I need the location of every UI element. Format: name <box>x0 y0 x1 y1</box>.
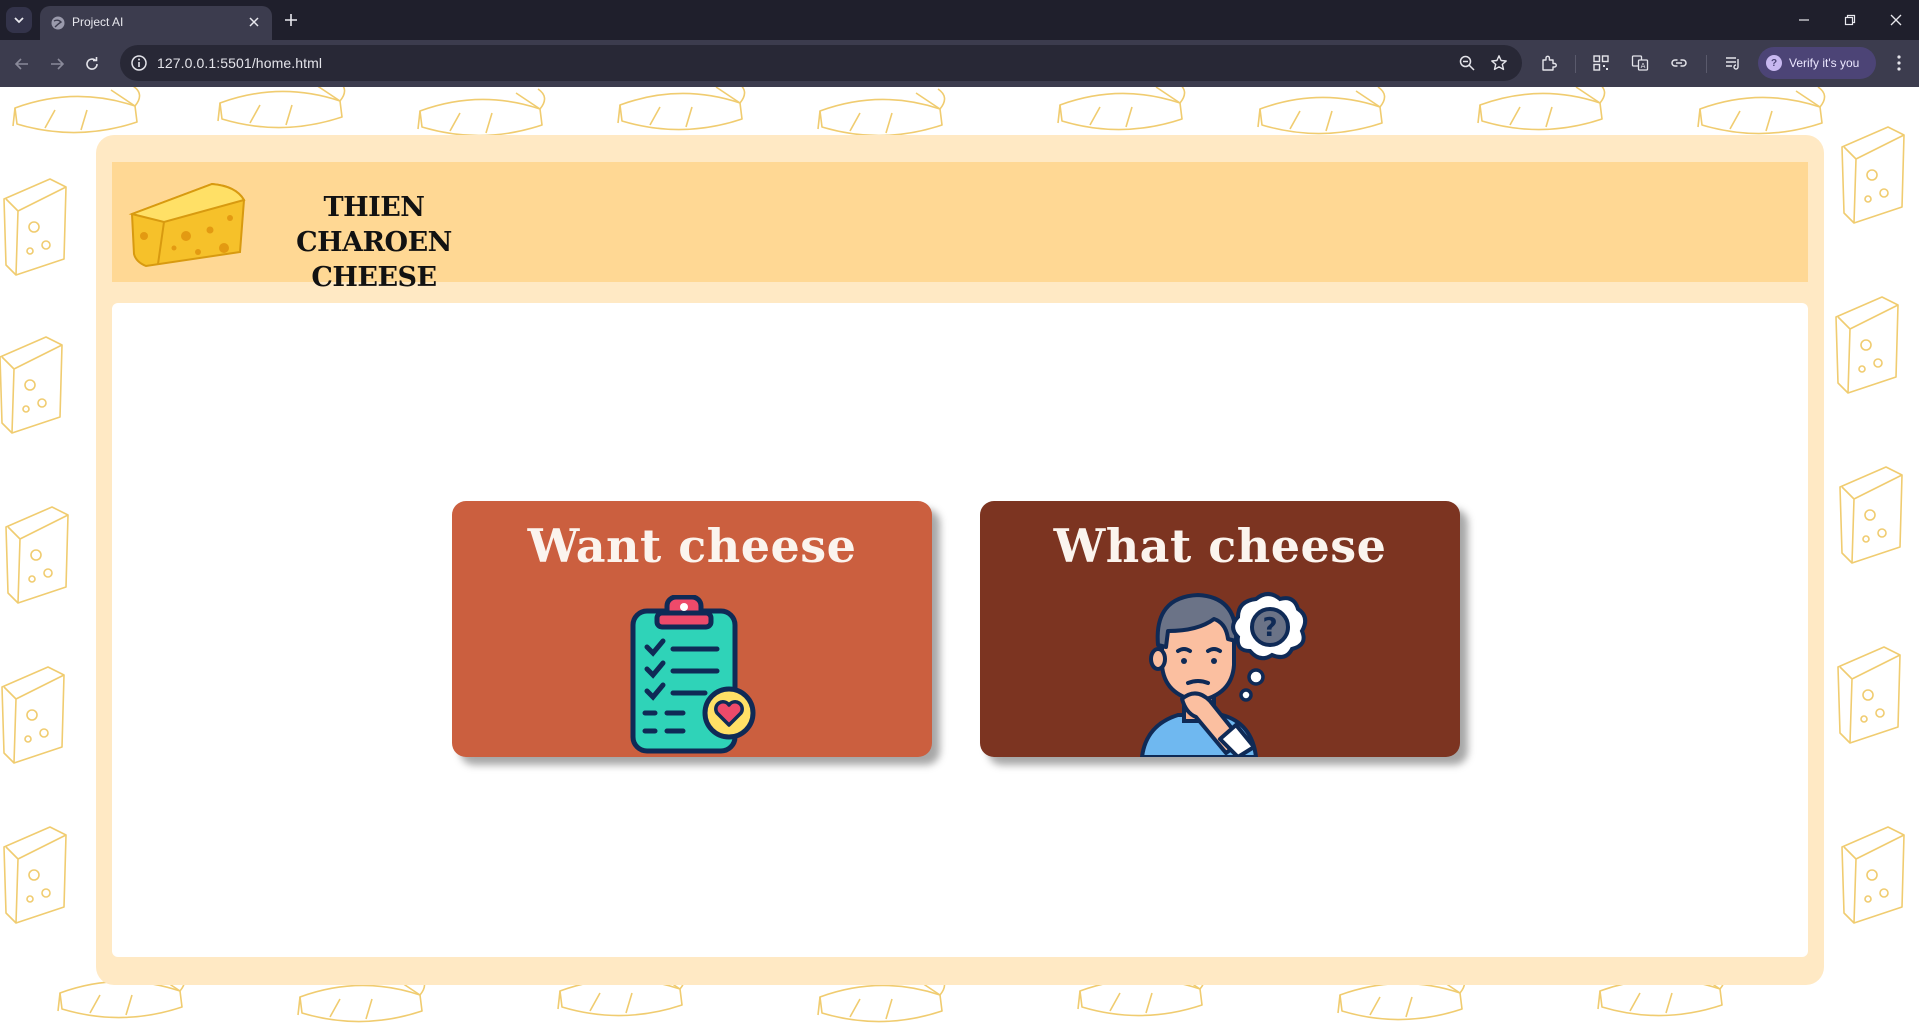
address-bar[interactable]: 127.0.0.1:5501/home.html <box>120 45 1522 81</box>
page-viewport: THIEN CHAROEN CHEESE Want cheese What ch… <box>0 87 1919 1029</box>
clipboard-heart-icon <box>630 595 756 754</box>
plus-icon <box>285 14 297 26</box>
browser-menu-button[interactable] <box>1888 52 1910 74</box>
brand-name: THIEN CHAROEN CHEESE <box>264 190 484 295</box>
puzzle-icon <box>1542 55 1557 71</box>
zoom-icon[interactable] <box>1458 54 1476 72</box>
link-icon <box>1671 59 1687 67</box>
info-icon[interactable] <box>130 54 148 72</box>
browser-tab[interactable]: Project AI <box>40 6 272 40</box>
reading-list-button[interactable] <box>1722 52 1744 74</box>
thinking-person-icon: ? <box>1139 592 1308 757</box>
globe-icon <box>51 16 65 30</box>
close-icon <box>1890 14 1902 26</box>
content-panel: Want cheese What cheese ? <box>112 303 1808 957</box>
translate-icon: A <box>1631 55 1649 71</box>
want-cheese-card[interactable]: Want cheese <box>452 501 932 757</box>
copy-link-button[interactable] <box>1668 52 1690 74</box>
brand-line-2: CHEESE <box>311 262 437 293</box>
extensions-button[interactable] <box>1538 52 1560 74</box>
tab-title: Project AI <box>72 15 124 29</box>
chevron-down-icon <box>14 17 24 24</box>
playlist-icon <box>1726 57 1739 70</box>
close-icon <box>249 17 259 27</box>
profile-avatar-icon: ? <box>1766 55 1782 71</box>
restore-button[interactable] <box>1838 8 1862 32</box>
svg-text:?: ? <box>1262 613 1277 643</box>
qr-code-icon <box>1593 55 1609 71</box>
arrow-left-icon <box>14 58 28 70</box>
toolbar-separator <box>1706 55 1707 73</box>
brand-line-1: THIEN CHAROEN <box>296 192 452 258</box>
url-text[interactable]: 127.0.0.1:5501/home.html <box>157 55 322 71</box>
reload-icon <box>86 57 98 70</box>
more-vertical-icon <box>1897 55 1901 71</box>
qr-code-button[interactable] <box>1590 52 1612 74</box>
reload-button[interactable] <box>80 52 104 76</box>
browser-tab-bar: Project AI <box>0 0 1919 40</box>
want-cheese-title: Want cheese <box>527 519 857 573</box>
new-tab-button[interactable] <box>280 9 302 31</box>
star-icon[interactable] <box>1490 54 1508 72</box>
minimize-button[interactable] <box>1792 8 1816 32</box>
svg-text:A: A <box>1641 62 1646 70</box>
what-cheese-card[interactable]: What cheese ? <box>980 501 1460 757</box>
main-frame: THIEN CHAROEN CHEESE Want cheese What ch… <box>96 135 1824 985</box>
tab-search-button[interactable] <box>6 7 32 33</box>
site-header: THIEN CHAROEN CHEESE <box>112 162 1808 293</box>
verify-profile-button[interactable]: ? Verify it's you <box>1758 47 1876 79</box>
what-cheese-title: What cheese <box>1053 519 1387 573</box>
translate-button[interactable]: A <box>1629 52 1651 74</box>
back-button[interactable] <box>10 52 34 76</box>
restore-icon <box>1844 14 1856 26</box>
minimize-icon <box>1799 19 1809 21</box>
cheese-logo-icon[interactable] <box>128 178 248 268</box>
verify-label: Verify it's you <box>1789 56 1860 70</box>
browser-toolbar: 127.0.0.1:5501/home.html A ? Verify it's… <box>0 40 1919 87</box>
forward-button[interactable] <box>45 52 69 76</box>
arrow-right-icon <box>51 58 65 70</box>
toolbar-separator <box>1575 55 1576 73</box>
close-window-button[interactable] <box>1884 8 1908 32</box>
tab-close-button[interactable] <box>246 14 262 30</box>
